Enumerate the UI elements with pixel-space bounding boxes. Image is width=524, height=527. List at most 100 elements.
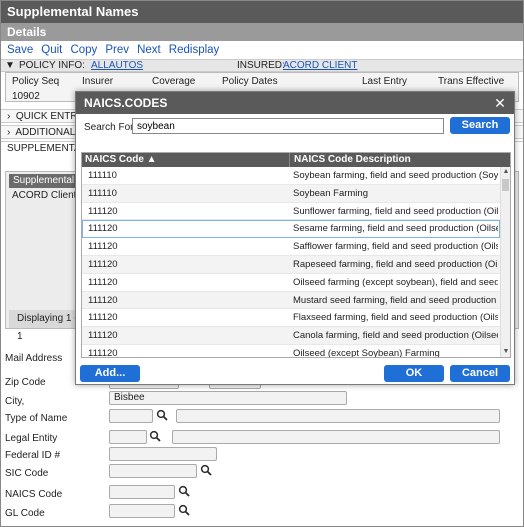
naics-row[interactable]: 111120 Mustard seed farming, field and se… <box>82 291 500 310</box>
next-link[interactable]: Next <box>137 44 161 56</box>
naics-code-label: NAICS Code <box>5 489 63 500</box>
naics-code-cell: 111120 <box>88 294 118 306</box>
naics-row[interactable]: 111120 Flaxseed farming, field and seed p… <box>82 309 500 328</box>
column-header: Insurer <box>82 76 114 87</box>
column-header: Last Entry <box>362 76 408 87</box>
naics-code-cell: 111120 <box>88 223 118 235</box>
naics-code-cell: 111110 <box>88 187 117 199</box>
naics-description-cell: Soybean farming, field and seed producti… <box>293 170 498 181</box>
type-of-name-input[interactable] <box>109 409 153 423</box>
naics-row[interactable]: 111120 Oilseed (except Soybean) Farming <box>82 345 500 358</box>
prev-link[interactable]: Prev <box>105 44 129 56</box>
naics-description-cell: Sesame farming, field and seed productio… <box>293 223 498 235</box>
naics-description-cell: Soybean Farming <box>293 187 368 199</box>
insured-link[interactable]: ACORD CLIENT <box>283 60 357 72</box>
zip-code-label: Zip Code <box>5 377 46 388</box>
city-label: City, <box>5 396 25 407</box>
naics-description-cell: Flaxseed farming, field and seed product… <box>293 312 498 324</box>
scroll-thumb[interactable] <box>502 179 509 191</box>
grid-header: NAICS Code ▲ NAICS Code Description <box>82 153 510 167</box>
close-icon[interactable]: ✕ <box>492 95 508 111</box>
naics-row[interactable]: 111120 Canola farming, field and seed pro… <box>82 327 500 345</box>
naics-code-cell: 111120 <box>88 347 118 358</box>
mail-address-label: Mail Address <box>5 353 63 364</box>
naics-row[interactable]: 111120 Sesame farming, field and seed pro… <box>82 220 500 239</box>
search-icon[interactable] <box>149 430 161 442</box>
naics-description-cell: Sunflower farming, field and seed produc… <box>293 205 498 217</box>
section-label: ADDITIONAL I <box>15 127 81 138</box>
search-icon[interactable] <box>178 504 190 516</box>
legal-entity-desc <box>172 430 500 444</box>
naics-code-cell: 111120 <box>88 312 118 324</box>
naics-row[interactable]: 111110 Soybean Farming <box>82 184 500 203</box>
naics-code-cell: 111120 <box>88 276 118 288</box>
search-for-label: Search For: <box>84 122 137 133</box>
federal-id-label: Federal ID # <box>5 450 61 461</box>
naics-row[interactable]: 111120 Rapeseed farming, field and seed p… <box>82 255 500 274</box>
legal-entity-label: Legal Entity <box>5 433 58 444</box>
grid-body: 111110 Soybean farming, field and seed pr… <box>82 167 500 358</box>
naics-code-cell: 111120 <box>88 241 118 253</box>
redisplay-link[interactable]: Redisplay <box>169 44 220 56</box>
search-input[interactable] <box>132 118 444 134</box>
grid-scrollbar[interactable]: ▲ ▼ <box>500 167 510 357</box>
naics-description-cell: Oilseed (except Soybean) Farming <box>293 347 440 358</box>
naics-code-column-header[interactable]: NAICS Code ▲ <box>82 153 290 167</box>
expand-arrow-icon: › <box>7 127 11 138</box>
section-label: QUICK ENTRY <box>15 111 85 122</box>
scroll-down-icon[interactable]: ▼ <box>502 348 510 356</box>
naics-code-cell: 111120 <box>88 330 118 342</box>
type-of-name-desc <box>176 409 500 423</box>
sic-code-label: SIC Code <box>5 468 49 479</box>
city-input[interactable]: Bisbee <box>109 391 347 405</box>
naics-description-cell: Safflower farming, field and seed produc… <box>293 241 498 253</box>
type-of-name-label: Type of Name <box>5 413 68 424</box>
naics-row[interactable]: 111120 Safflower farming, field and seed … <box>82 238 500 256</box>
federal-id-input[interactable] <box>109 447 217 461</box>
supplemental-names-window: Supplemental Names Details Save Quit Cop… <box>0 0 524 527</box>
save-link[interactable]: Save <box>7 44 33 56</box>
naics-description-column-header[interactable]: NAICS Code Description <box>291 153 501 167</box>
policy-info-label: POLICY INFO: <box>19 60 85 71</box>
column-header: Trans Effective <box>438 76 505 87</box>
gl-code-label: GL Code <box>5 508 45 519</box>
action-toolbar: Save Quit Copy Prev Next Redisplay <box>1 41 523 59</box>
column-header: Policy Seq <box>12 76 60 87</box>
naics-description-cell: Canola farming, field and seed productio… <box>293 330 498 342</box>
naics-codes-dialog: NAICS.CODES ✕ Search For: Search NAICS C… <box>75 91 515 385</box>
search-icon[interactable] <box>156 409 168 421</box>
account-link[interactable]: ALLAUTOS <box>91 60 143 72</box>
window-title: Supplemental Names <box>1 1 523 23</box>
supplemental-row[interactable]: ACORD Client <box>12 190 76 201</box>
search-button[interactable]: Search <box>450 117 510 134</box>
naics-row[interactable]: 111120 Sunflower farming, field and seed … <box>82 203 500 221</box>
naics-code-cell: 111110 <box>88 170 117 181</box>
expand-arrow-icon: › <box>7 111 11 122</box>
policy-info-bar: ▼ POLICY INFO: ALLAUTOS INSURED: ACORD C… <box>1 59 523 72</box>
insured-label: INSURED: <box>237 60 285 71</box>
naics-code-input[interactable] <box>109 485 175 499</box>
details-section-header: Details <box>1 23 523 41</box>
naics-code-cell: 111120 <box>88 258 118 270</box>
ok-button[interactable]: OK <box>384 365 444 382</box>
collapse-arrow-icon[interactable]: ▼ <box>5 60 15 72</box>
copy-link[interactable]: Copy <box>70 44 97 56</box>
quit-link[interactable]: Quit <box>41 44 62 56</box>
naics-results-grid: NAICS Code ▲ NAICS Code Description 1111… <box>81 152 511 358</box>
cancel-button[interactable]: Cancel <box>450 365 510 382</box>
sic-code-input[interactable] <box>109 464 197 478</box>
naics-row[interactable]: 111110 Soybean farming, field and seed pr… <box>82 167 500 185</box>
legal-entity-input[interactable] <box>109 430 147 444</box>
naics-row[interactable]: 111120 Oilseed farming (except soybean), … <box>82 274 500 292</box>
scroll-up-icon[interactable]: ▲ <box>502 168 510 176</box>
search-icon[interactable] <box>200 464 212 476</box>
supplemental-column-header[interactable]: Supplemental ... <box>9 174 81 200</box>
gl-code-input[interactable] <box>109 504 175 518</box>
dialog-title: NAICS.CODES <box>76 92 514 114</box>
naics-description-cell: Rapeseed farming, field and seed product… <box>293 258 498 270</box>
policy-seq-cell[interactable]: 10902 <box>12 91 40 102</box>
search-icon[interactable] <box>178 485 190 497</box>
naics-description-cell: Oilseed farming (except soybean), field … <box>293 276 498 288</box>
column-header: Policy Dates <box>222 76 278 87</box>
add-button[interactable]: Add... <box>80 365 140 382</box>
